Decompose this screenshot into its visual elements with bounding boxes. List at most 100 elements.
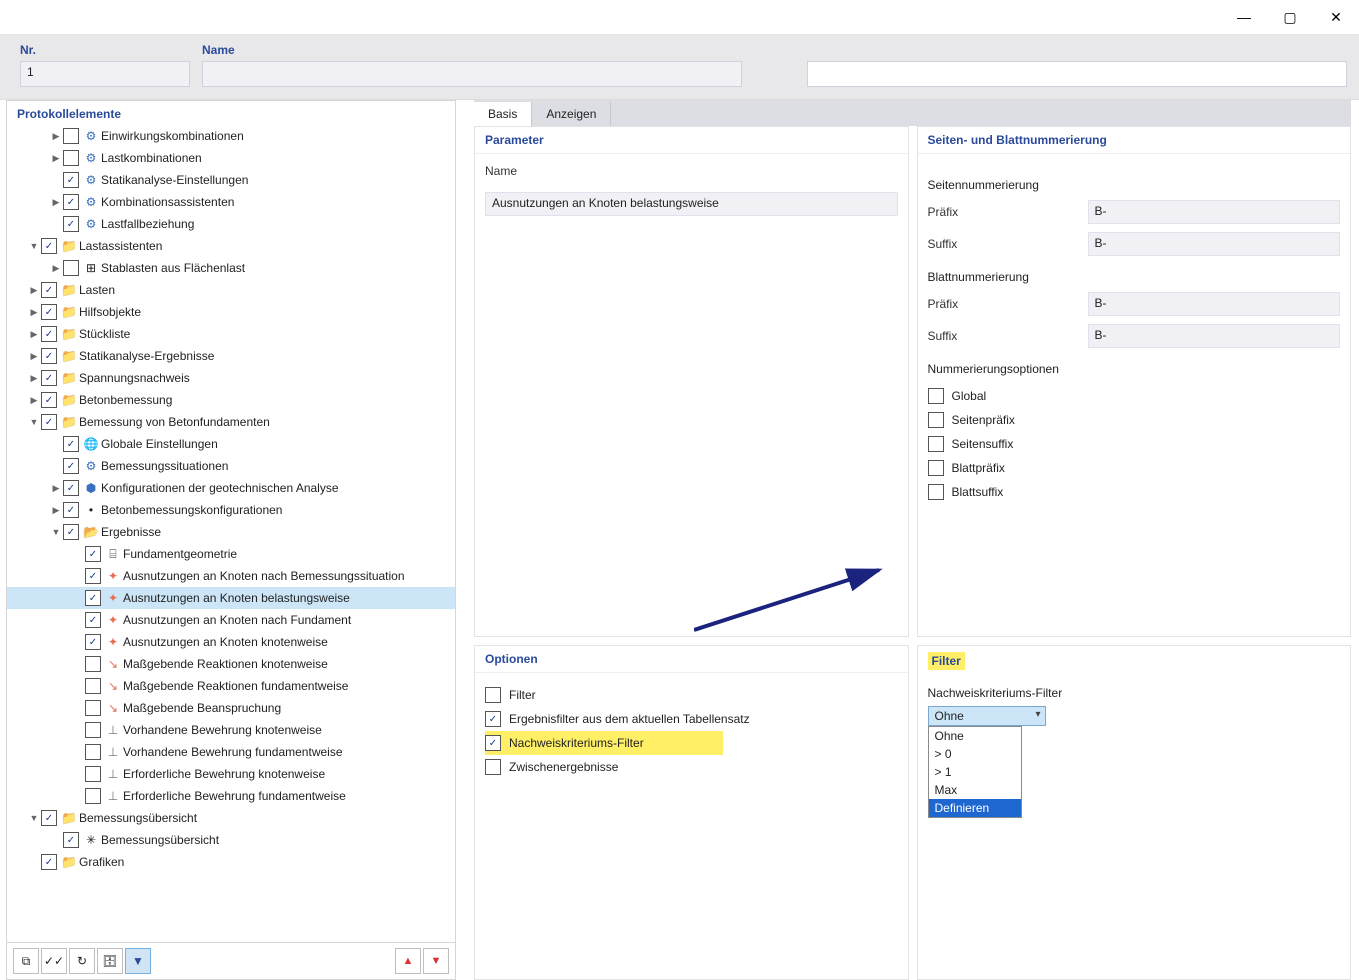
opt-nachweis-cb[interactable] — [485, 735, 501, 751]
tree-checkbox[interactable] — [85, 612, 101, 628]
tree-item[interactable]: ▶📁Spannungsnachweis — [7, 367, 455, 389]
filter-option[interactable]: > 1 — [929, 763, 1021, 781]
tree-checkbox[interactable] — [85, 766, 101, 782]
expand-icon[interactable]: ▶ — [27, 373, 41, 384]
sheet-prefix-value[interactable]: B- — [1088, 292, 1341, 316]
filter-option[interactable]: Ohne — [929, 727, 1021, 745]
tree-checkbox[interactable] — [41, 282, 57, 298]
expand-icon[interactable]: ▶ — [49, 263, 63, 274]
expand-icon[interactable]: ▶ — [27, 329, 41, 340]
nav-down-button[interactable]: ▼ — [423, 948, 449, 974]
tree-item[interactable]: ▶⊞Stablasten aus Flächenlast — [7, 257, 455, 279]
tree-checkbox[interactable] — [63, 458, 79, 474]
tree-item[interactable]: ▼📂Ergebnisse — [7, 521, 455, 543]
tree-item[interactable]: ▼📁Lastassistenten — [7, 235, 455, 257]
expand-tree-button[interactable]: ⧉ — [13, 948, 39, 974]
tree-checkbox[interactable] — [85, 678, 101, 694]
expand-icon[interactable]: ▼ — [27, 417, 41, 427]
tree-item[interactable]: ▶📁Stückliste — [7, 323, 455, 345]
tree-checkbox[interactable] — [63, 502, 79, 518]
expand-icon[interactable]: ▶ — [49, 483, 63, 494]
expand-icon[interactable]: ▶ — [49, 505, 63, 516]
tree-checkbox[interactable] — [41, 810, 57, 826]
tree-checkbox[interactable] — [85, 700, 101, 716]
tree-checkbox[interactable] — [41, 326, 57, 342]
tree-checkbox[interactable] — [41, 348, 57, 364]
filter-option[interactable]: Max — [929, 781, 1021, 799]
tree-item[interactable]: ▶⬢Konfigurationen der geotechnischen Ana… — [7, 477, 455, 499]
opt-erg-cb[interactable] — [485, 711, 501, 727]
name-value[interactable] — [202, 61, 742, 87]
tree-item[interactable]: ⊥Erforderliche Bewehrung fundamentweise — [7, 785, 455, 807]
tree-item[interactable]: 📁Grafiken — [7, 851, 455, 873]
tree-checkbox[interactable] — [41, 392, 57, 408]
filter-option[interactable]: Definieren — [929, 799, 1021, 817]
tree-item[interactable]: ▼📁Bemessungsübersicht — [7, 807, 455, 829]
tree-checkbox[interactable] — [63, 436, 79, 452]
tree-item[interactable]: ▶📁Hilfsobjekte — [7, 301, 455, 323]
tree-checkbox[interactable] — [85, 656, 101, 672]
tree-checkbox[interactable] — [63, 480, 79, 496]
tree-item[interactable]: ✦Ausnutzungen an Knoten nach Bemessungss… — [7, 565, 455, 587]
tree-item[interactable]: ▶📁Betonbemessung — [7, 389, 455, 411]
opt-global-cb[interactable] — [928, 388, 944, 404]
tree-checkbox[interactable] — [63, 194, 79, 210]
tree-item[interactable]: ⊥Vorhandene Bewehrung knotenweise — [7, 719, 455, 741]
tree-checkbox[interactable] — [63, 216, 79, 232]
tree-checkbox[interactable] — [63, 128, 79, 144]
minimize-button[interactable]: — — [1221, 2, 1267, 32]
refresh-button[interactable]: ↻ — [69, 948, 95, 974]
opt-filter-cb[interactable] — [485, 687, 501, 703]
param-name-value[interactable]: Ausnutzungen an Knoten belastungsweise — [485, 192, 898, 216]
tree-item[interactable]: ✳Bemessungsübersicht — [7, 829, 455, 851]
tree-item[interactable]: ⚙Bemessungssituationen — [7, 455, 455, 477]
nachweis-filter-select[interactable]: Ohne — [928, 706, 1046, 726]
opt-zw-cb[interactable] — [485, 759, 501, 775]
tree-item[interactable]: ⚙Lastfallbeziehung — [7, 213, 455, 235]
tree-item[interactable]: ↘Maßgebende Beanspruchung — [7, 697, 455, 719]
close-button[interactable]: ✕ — [1313, 2, 1359, 32]
expand-icon[interactable]: ▶ — [27, 351, 41, 362]
tree-checkbox[interactable] — [85, 744, 101, 760]
tree-item[interactable]: ▶📁Lasten — [7, 279, 455, 301]
maximize-button[interactable]: ▢ — [1267, 2, 1313, 32]
tree-item[interactable]: ✦Ausnutzungen an Knoten knotenweise — [7, 631, 455, 653]
tree-checkbox[interactable] — [63, 150, 79, 166]
tree-item[interactable]: ✦Ausnutzungen an Knoten belastungsweise — [7, 587, 455, 609]
tab-basis[interactable]: Basis — [474, 102, 532, 126]
tree-checkbox[interactable] — [41, 238, 57, 254]
tree-item[interactable]: ▶⚙Lastkombinationen — [7, 147, 455, 169]
tree-item[interactable]: 🌐Globale Einstellungen — [7, 433, 455, 455]
opt-seitenprefix-cb[interactable] — [928, 412, 944, 428]
expand-icon[interactable]: ▶ — [49, 131, 63, 142]
tree-item[interactable]: ⌸Fundamentgeometrie — [7, 543, 455, 565]
expand-icon[interactable]: ▼ — [49, 527, 63, 537]
tree-item[interactable]: ↘Maßgebende Reaktionen fundamentweise — [7, 675, 455, 697]
tree-checkbox[interactable] — [63, 524, 79, 540]
nav-up-button[interactable]: ▲ — [395, 948, 421, 974]
opt-blattprefix-cb[interactable] — [928, 460, 944, 476]
tree-item[interactable]: ↘Maßgebende Reaktionen knotenweise — [7, 653, 455, 675]
tree-checkbox[interactable] — [41, 304, 57, 320]
filter-button[interactable]: ▼ — [125, 948, 151, 974]
filter-option[interactable]: > 0 — [929, 745, 1021, 763]
nachweis-filter-options[interactable]: Ohne> 0> 1MaxDefinieren — [928, 726, 1022, 818]
checkall-button[interactable]: ✓✓ — [41, 948, 67, 974]
tree-checkbox[interactable] — [85, 722, 101, 738]
tree-item[interactable]: ✦Ausnutzungen an Knoten nach Fundament — [7, 609, 455, 631]
tree-item[interactable]: ▶•Betonbemessungskonfigurationen — [7, 499, 455, 521]
tree-item[interactable]: ⊥Vorhandene Bewehrung fundamentweise — [7, 741, 455, 763]
expand-icon[interactable]: ▶ — [49, 197, 63, 208]
tree-checkbox[interactable] — [63, 172, 79, 188]
db-button[interactable]: 🗄 — [97, 948, 123, 974]
tree-checkbox[interactable] — [63, 260, 79, 276]
tree-item[interactable]: ⊥Erforderliche Bewehrung knotenweise — [7, 763, 455, 785]
tree-checkbox[interactable] — [85, 546, 101, 562]
page-prefix-value[interactable]: B- — [1088, 200, 1341, 224]
tree-item[interactable]: ⚙Statikanalyse-Einstellungen — [7, 169, 455, 191]
expand-icon[interactable]: ▼ — [27, 241, 41, 251]
tab-anzeigen[interactable]: Anzeigen — [532, 102, 611, 126]
tree-checkbox[interactable] — [41, 414, 57, 430]
opt-blattsuffix-cb[interactable] — [928, 484, 944, 500]
tree-checkbox[interactable] — [63, 832, 79, 848]
